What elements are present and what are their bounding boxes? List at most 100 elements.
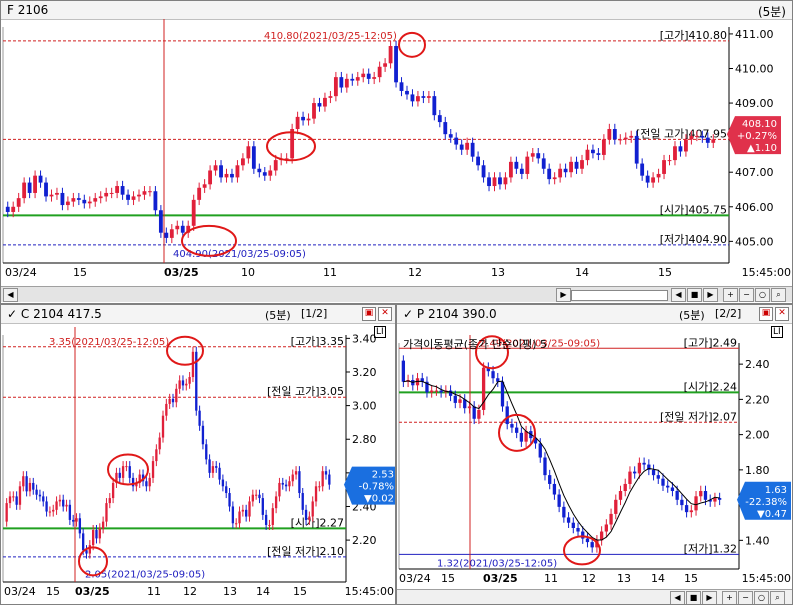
candle-body [82, 533, 85, 551]
candle-body [125, 466, 128, 468]
zoom-in-icon[interactable]: + [723, 288, 738, 302]
next-icon[interactable]: ▶ [703, 288, 718, 302]
put-candle-chart[interactable]: 2.402.202.001.801.601.40[고가]2.49[시가]2.24… [397, 305, 793, 605]
candle-body [651, 469, 656, 476]
candle-body [571, 522, 575, 528]
next-icon[interactable]: ▶ [702, 591, 717, 604]
candle-body [288, 481, 291, 487]
candle-body [105, 503, 108, 522]
candle-body [684, 505, 689, 513]
x-axis-label: 11 [544, 572, 558, 585]
candle-body [268, 524, 271, 526]
candle-body [491, 371, 495, 379]
candle-body [434, 390, 439, 392]
candle-body [95, 530, 98, 539]
candle-body [22, 182, 27, 199]
candle-body [333, 77, 338, 97]
candle-body [248, 501, 251, 517]
candle-body [645, 175, 650, 183]
scroll-right-button[interactable]: ▶ [556, 288, 571, 302]
candle-body [221, 479, 225, 487]
candle-body [476, 156, 481, 166]
candle-body [543, 457, 547, 476]
x-axis-label: 15 [46, 585, 60, 598]
candle-body [623, 483, 627, 491]
candle-body [629, 135, 634, 138]
candle-body [557, 494, 561, 507]
prev-low-level-label: [전일 저가]2.07 [660, 409, 737, 423]
x-axis-label: 15:45:00 [742, 572, 791, 585]
horizontal-scrollbar[interactable]: ◀ ▶ ◀ ■ ▶ + − ○ ⌕ [1, 286, 792, 302]
highlight-circle [563, 535, 601, 566]
prev-icon[interactable]: ◀ [671, 288, 686, 302]
candle-body [32, 482, 35, 490]
scroll-thumb[interactable] [571, 290, 668, 301]
y-tick-label: 3.00 [352, 400, 377, 413]
candle-body [35, 489, 38, 495]
candle-body [72, 519, 75, 522]
candle-body [55, 501, 58, 510]
prev-icon[interactable]: ◀ [670, 591, 685, 604]
candle-body [432, 96, 437, 116]
candle-body [291, 474, 294, 482]
candle-body [401, 360, 406, 382]
futures-candle-chart[interactable]: 411.00410.00409.00408.00407.00406.00405.… [1, 1, 793, 304]
candle-body [699, 491, 703, 497]
candle-body [235, 523, 238, 525]
x-axis-label: 14 [651, 572, 665, 585]
candle-body [344, 78, 349, 88]
current-price: 2.53 [372, 470, 394, 481]
candle-body [235, 165, 240, 178]
candle-body [93, 198, 98, 202]
candle-body [180, 225, 185, 233]
candle-body [656, 173, 661, 178]
candle-body [662, 160, 666, 174]
zoom-out-icon[interactable]: − [738, 591, 753, 604]
candle-body [633, 471, 637, 474]
candle-body [38, 494, 42, 497]
candle-body [453, 395, 457, 403]
candle-body [538, 443, 542, 458]
candle-body [308, 516, 311, 520]
call-candle-chart[interactable]: 3.403.203.002.802.602.402.20[고가]3.35[전일 … [1, 305, 396, 605]
candle-body [251, 494, 254, 502]
x-axis-label: 13 [223, 585, 237, 598]
search-icon[interactable]: ⌕ [770, 591, 785, 604]
candle-body [634, 135, 639, 164]
candle-body [439, 390, 443, 393]
candle-body [394, 46, 398, 83]
candle-body [637, 462, 642, 474]
stop-icon[interactable]: ■ [686, 591, 701, 604]
candle-body [168, 398, 171, 404]
candle-body [211, 466, 215, 473]
zoom-in-icon[interactable]: + [722, 591, 737, 604]
candle-body [55, 192, 59, 195]
zoom-reset-icon[interactable]: ○ [754, 591, 769, 604]
zoom-out-icon[interactable]: − [739, 288, 754, 302]
candle-body [312, 103, 316, 119]
candle-body [246, 146, 251, 159]
x-axis-label: 15 [293, 585, 307, 598]
y-tick-label: 3.20 [352, 366, 377, 379]
candle-body [274, 496, 278, 509]
candle-body [191, 199, 196, 226]
candle-body [689, 510, 693, 513]
candle-body [224, 173, 229, 178]
stop-icon[interactable]: ■ [687, 288, 702, 302]
candle-body [121, 466, 125, 478]
y-tick-label: 407.00 [735, 166, 774, 179]
zoom-reset-icon[interactable]: ○ [755, 288, 770, 302]
x-axis-label: 03/25 [483, 572, 518, 585]
prev-low-level-label: [전일 저가]2.10 [267, 544, 344, 558]
scroll-left-button[interactable]: ◀ [3, 288, 18, 302]
candle-body [257, 168, 262, 173]
candle-body [188, 377, 191, 384]
search-icon[interactable]: ⌕ [771, 288, 786, 302]
candle-body [178, 380, 181, 389]
x-axis-label: 15 [441, 572, 455, 585]
candle-body [245, 509, 248, 517]
candle-body [477, 409, 481, 419]
candle-body [33, 175, 37, 193]
candle-body [254, 494, 258, 496]
candle-body [703, 491, 708, 500]
